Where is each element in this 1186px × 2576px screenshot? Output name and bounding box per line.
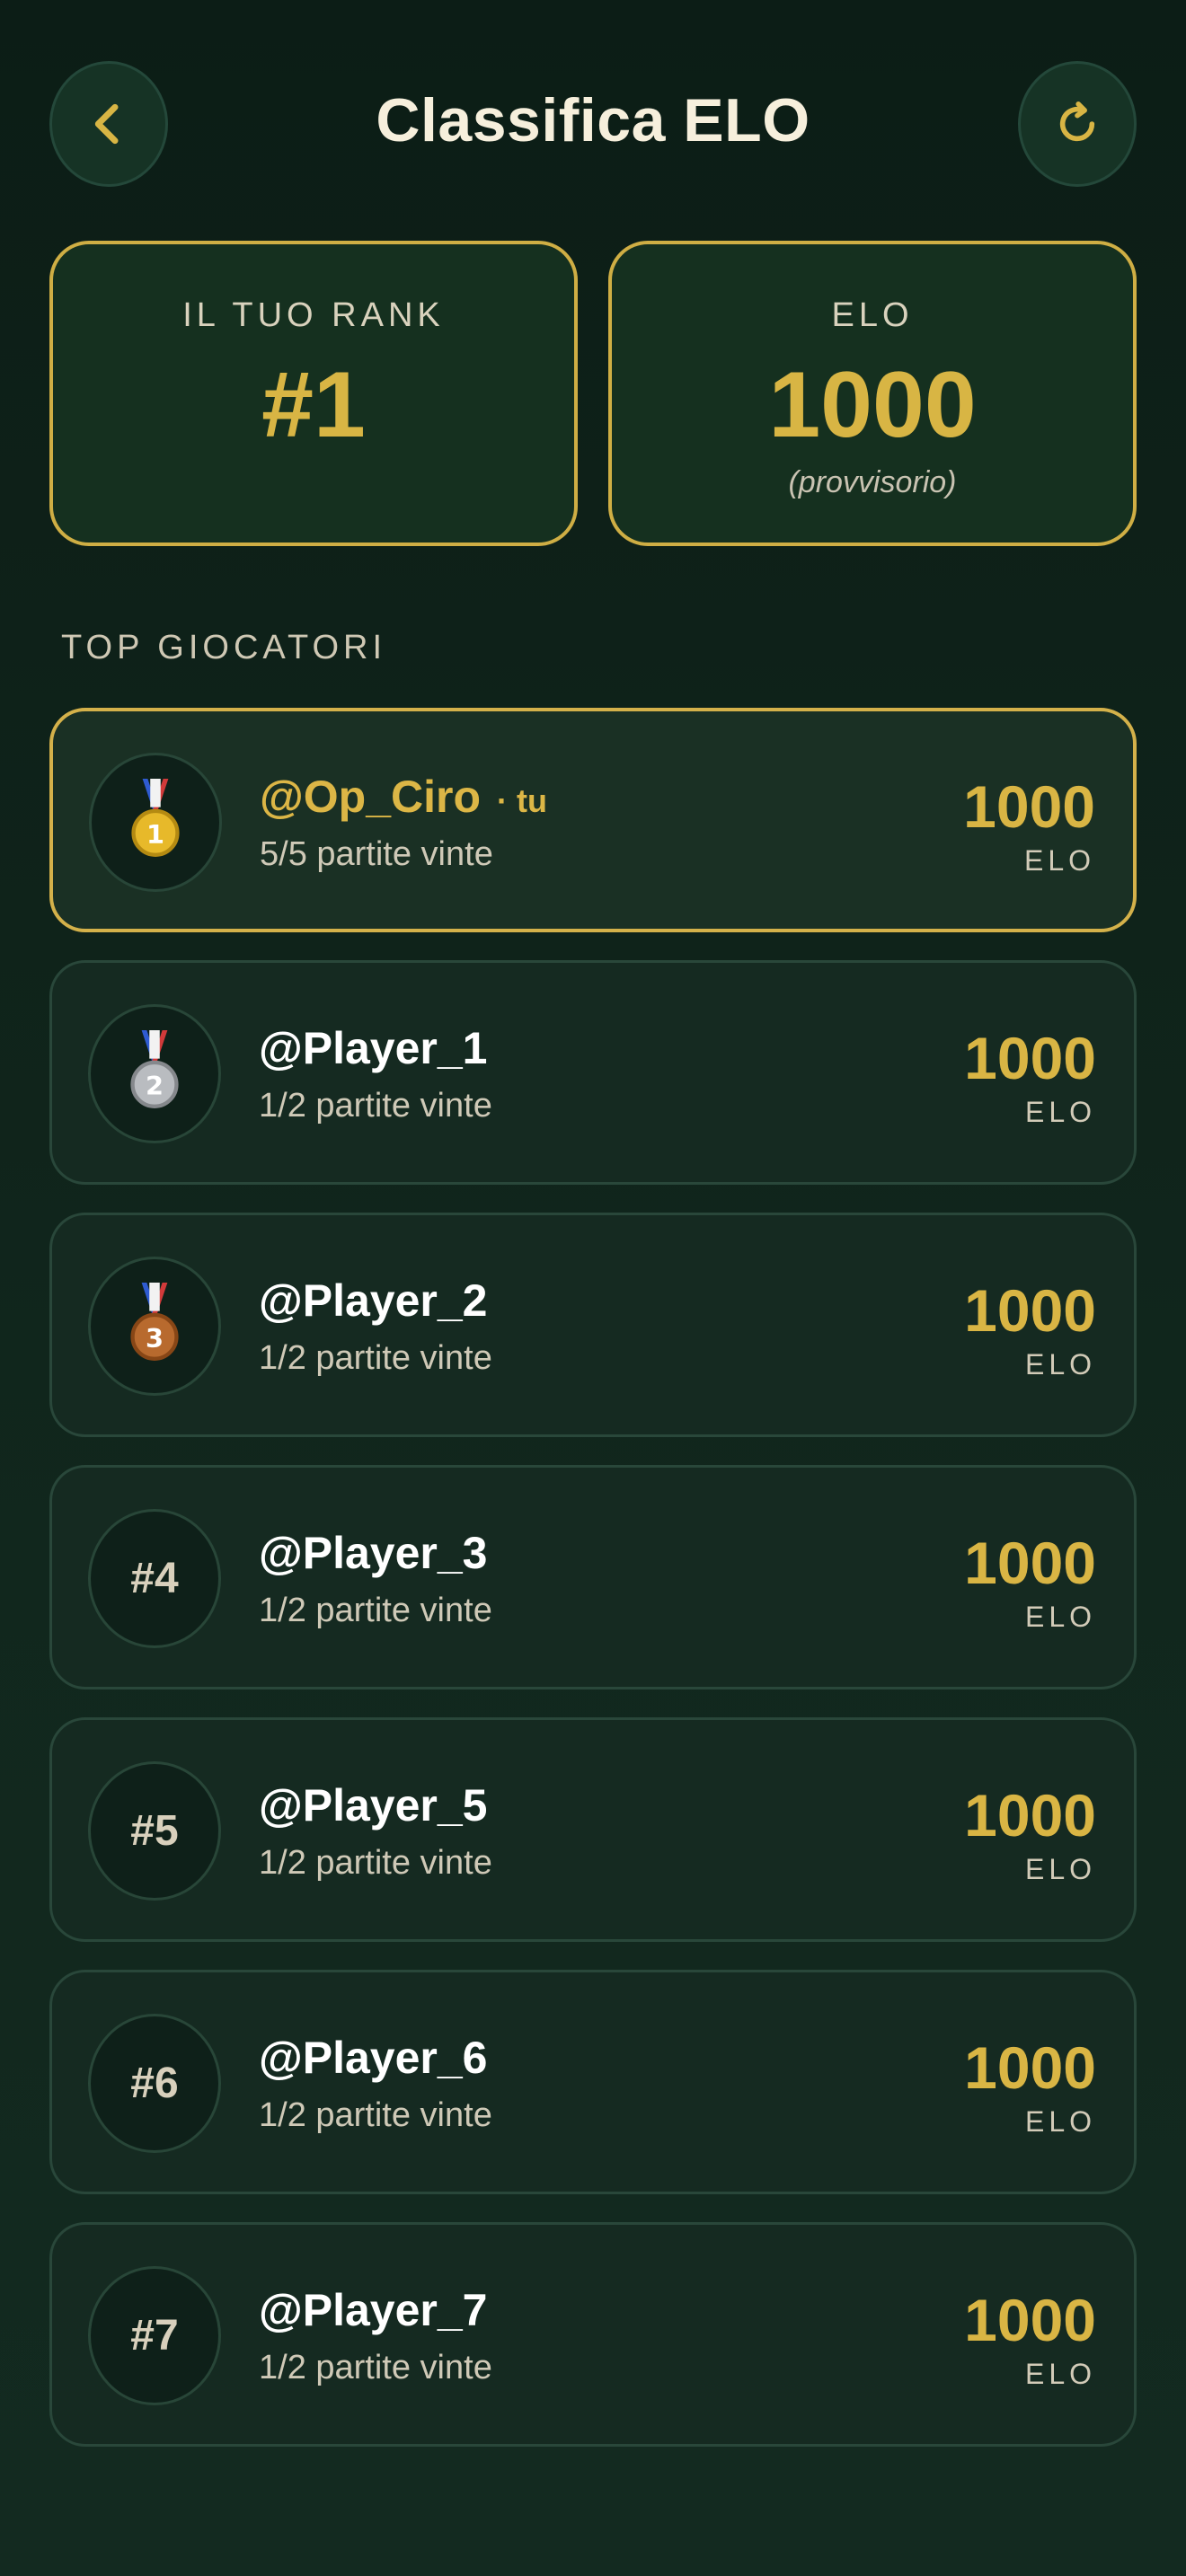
player-name: @Op_Ciro [260,772,481,822]
player-elo-unit: ELO [1023,844,1095,877]
player-name: @Player_5 [259,1780,488,1831]
you-tag: · tu [497,782,547,819]
rank-number: #6 [130,2060,179,2107]
refresh-button[interactable] [1018,61,1137,187]
player-elo-unit: ELO [1024,1096,1096,1128]
player-record: 1/2 partite vinte [259,1087,492,1125]
elo-value: 1000 [768,353,977,457]
player-name-line: @Player_1 [259,1022,488,1074]
player-record: 1/2 partite vinte [259,1844,492,1882]
rank-number: #5 [130,1807,179,1855]
gold-medal-icon: 1 [129,779,181,866]
rank-number: #4 [130,1555,179,1602]
player-elo-unit: ELO [1024,2358,1096,2390]
player-name-line: @Player_3 [259,1527,488,1579]
player-row[interactable]: #4 @Player_3 1/2 partite vinte 1000 ELO [49,1465,1137,1689]
player-elo: 1000 [963,773,1095,840]
silver-medal-icon: 2 [128,1030,181,1117]
leaderboard-screen: Classifica ELO IL TUO RANK #1 ELO 1000 (… [0,0,1186,2576]
player-elo: 1000 [964,1277,1096,1344]
player-elo-unit: ELO [1024,2105,1096,2138]
back-button[interactable] [49,61,168,187]
elo-label: ELO [831,296,914,334]
player-row[interactable]: #7 @Player_7 1/2 partite vinte 1000 ELO [49,2222,1137,2447]
rank-card: IL TUO RANK #1 [49,241,578,546]
player-name-line: @Player_2 [259,1275,488,1327]
rank-badge: #4 [88,1509,221,1648]
player-elo: 1000 [964,1782,1096,1848]
player-elo: 1000 [964,2034,1096,2101]
player-elo-unit: ELO [1024,1853,1096,1885]
player-name: @Player_6 [259,2033,488,2083]
player-name: @Player_2 [259,1275,488,1326]
player-elo: 1000 [964,1530,1096,1596]
rank-number: #7 [130,2312,179,2360]
player-name-line: @Player_5 [259,1779,488,1831]
page-title: Classifica ELO [376,86,810,154]
player-row[interactable]: #5 @Player_5 1/2 partite vinte 1000 ELO [49,1717,1137,1942]
player-row[interactable]: 1 @Op_Ciro · tu 5/5 partite vinte 1000 ELO [49,708,1137,932]
player-name-line: @Op_Ciro · tu [260,771,547,823]
player-name-line: @Player_6 [259,2032,488,2084]
medal-number: 1 [146,819,164,850]
rank-value: #1 [261,353,366,457]
section-title: TOP GIOCATORI [61,629,387,666]
rank-badge: #7 [88,2266,221,2405]
player-record: 5/5 partite vinte [260,835,493,873]
rank-badge: 3 [88,1257,221,1396]
player-name: @Player_3 [259,1528,488,1578]
chevron-left-icon [94,103,119,145]
rank-badge: 1 [89,753,222,892]
elo-card: ELO 1000 (provvisorio) [608,241,1137,546]
medal-number: 2 [146,1071,164,1101]
medal-number: 3 [146,1323,164,1354]
player-elo-unit: ELO [1024,1348,1096,1381]
rank-badge: #6 [88,2014,221,2153]
player-elo: 1000 [964,2287,1096,2353]
elo-note: (provvisorio) [788,465,957,499]
player-record: 1/2 partite vinte [259,2096,492,2134]
player-elo-unit: ELO [1024,1601,1096,1633]
player-row[interactable]: 2 @Player_1 1/2 partite vinte 1000 ELO [49,960,1137,1185]
player-record: 1/2 partite vinte [259,1339,492,1377]
player-elo: 1000 [964,1025,1096,1091]
player-name: @Player_7 [259,2285,488,2335]
player-record: 1/2 partite vinte [259,2349,492,2386]
rank-label: IL TUO RANK [182,296,445,334]
refresh-icon [1059,101,1095,142]
rank-badge: 2 [88,1004,221,1143]
bronze-medal-icon: 3 [128,1283,181,1370]
rank-badge: #5 [88,1761,221,1901]
player-record: 1/2 partite vinte [259,1592,492,1629]
player-name-line: @Player_7 [259,2284,488,2336]
player-row[interactable]: #6 @Player_6 1/2 partite vinte 1000 ELO [49,1970,1137,2194]
player-list: 1 @Op_Ciro · tu 5/5 partite vinte 1000 ELO 2 @P… [49,708,1137,2475]
player-name: @Player_1 [259,1023,488,1073]
player-row[interactable]: 3 @Player_2 1/2 partite vinte 1000 ELO [49,1213,1137,1437]
